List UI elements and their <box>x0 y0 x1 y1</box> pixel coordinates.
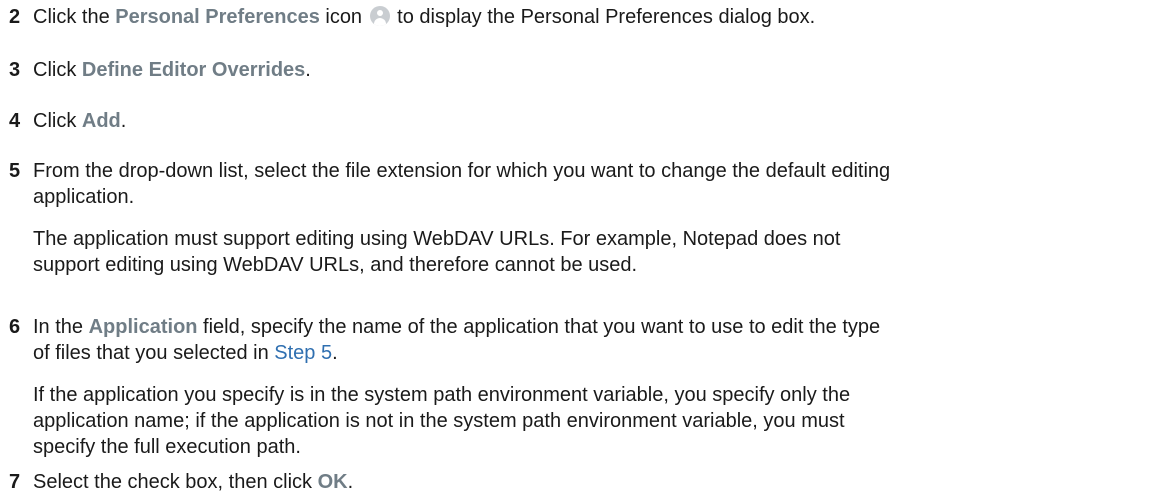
text: of files that you selected in <box>33 342 275 364</box>
personal-preferences-icon <box>369 6 390 26</box>
define-editor-overrides-label: Define Editor Overrides <box>81 59 306 81</box>
step-body: Click Define Editor Overrides. <box>33 57 1163 83</box>
text: . <box>120 110 127 132</box>
text-line: specify the full execution path. <box>33 436 301 458</box>
text: Click the <box>33 6 116 28</box>
personal-preferences-label: Personal Preferences <box>115 6 320 28</box>
step-body: Click the Personal Preferences icon to d… <box>33 4 1163 30</box>
text: . <box>347 471 354 493</box>
text-line: application name; if the application is … <box>33 410 845 432</box>
text: Select the check box, then click <box>33 471 318 493</box>
step-body: From the drop-down list, select the file… <box>33 158 1163 278</box>
step-number: 5 <box>9 160 21 182</box>
step-note: The application must support editing usi… <box>33 226 1163 278</box>
step-number: 7 <box>9 471 21 493</box>
text: Click <box>33 110 82 132</box>
step-text: Select the check box, then click OK. <box>33 469 1163 495</box>
step-number: 6 <box>9 316 21 338</box>
step-text: Click Define Editor Overrides. <box>33 57 1163 83</box>
step-text: Click Add. <box>33 108 1163 134</box>
step-5-link[interactable]: Step 5 <box>274 342 332 364</box>
application-field-label: Application <box>88 316 198 338</box>
step-note: If the application you specify is in the… <box>33 382 1163 460</box>
text: . <box>305 59 311 81</box>
ok-label: OK <box>317 471 348 493</box>
text: icon <box>319 6 368 28</box>
text: In the <box>33 316 89 338</box>
step-number: 3 <box>9 59 21 81</box>
procedure-steps: 2 Click the Personal Preferences icon to… <box>0 0 1175 504</box>
text-line: If the application you specify is in the… <box>33 384 851 406</box>
add-label: Add <box>81 110 121 132</box>
text: . <box>332 342 338 364</box>
step-number: 2 <box>9 6 21 28</box>
text-line: support editing using WebDAV URLs, and t… <box>33 254 638 276</box>
step-body: Click Add. <box>33 108 1163 134</box>
step-text: Click the Personal Preferences icon to d… <box>33 4 1163 30</box>
step-number: 4 <box>9 110 21 132</box>
text-line: application. <box>33 186 135 208</box>
text: field, specify the name of the applicati… <box>197 316 881 338</box>
step-text: In the Application field, specify the na… <box>33 314 1163 366</box>
text-line: The application must support editing usi… <box>33 228 841 250</box>
text-line: From the drop-down list, select the file… <box>33 160 891 182</box>
step-text: From the drop-down list, select the file… <box>33 158 1163 210</box>
text: to display the Personal Preferences dial… <box>391 6 816 28</box>
text: Click <box>33 59 82 81</box>
step-body: Select the check box, then click OK. <box>33 469 1163 495</box>
step-body: In the Application field, specify the na… <box>33 314 1163 460</box>
